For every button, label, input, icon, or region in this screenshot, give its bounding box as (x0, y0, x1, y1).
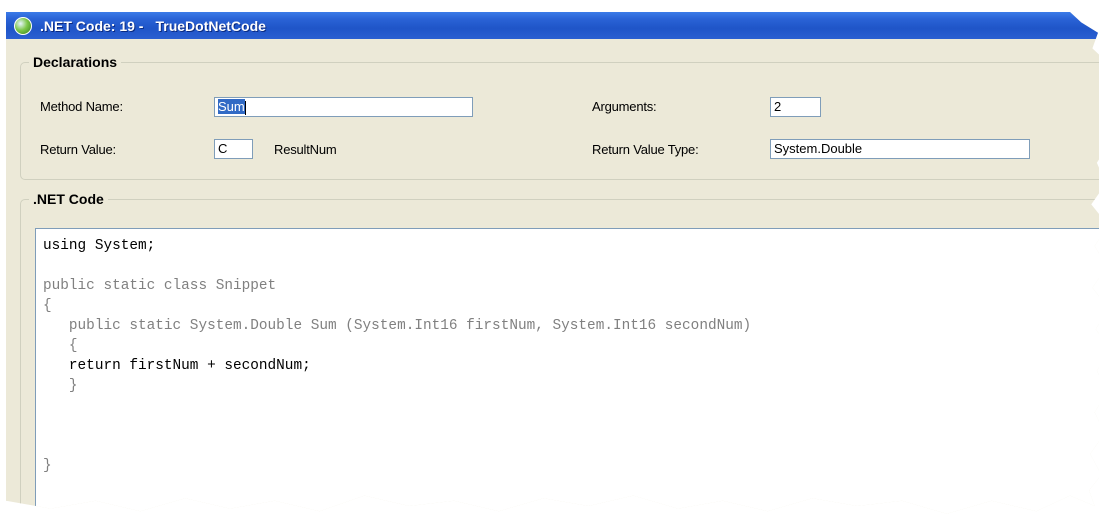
window-title-name: TrueDotNetCode (155, 17, 266, 34)
arguments-label: Arguments: (592, 99, 657, 114)
code-line: return firstNum + secondNum; (43, 358, 311, 374)
return-value-type-value: System.Double (774, 141, 863, 156)
declarations-legend: Declarations (29, 54, 122, 70)
app-icon (14, 16, 32, 35)
method-name-input[interactable]: Sum (214, 97, 473, 117)
code-line: } (43, 458, 52, 474)
method-name-value: Sum (218, 99, 245, 114)
code-line: public static class Snippet (43, 278, 277, 294)
method-name-label: Method Name: (40, 99, 123, 114)
code-line: using System; (43, 238, 156, 254)
code-line: { (43, 338, 78, 354)
code-editor[interactable]: using System; public static class Snippet… (35, 228, 1099, 514)
code-line: } (43, 378, 78, 394)
arguments-input[interactable]: 2 (770, 97, 821, 117)
window-title-prefix: .NET Code: 19 - (40, 17, 144, 34)
declarations-group: Declarations Method Name: Sum Arguments:… (20, 54, 1099, 180)
return-value-type-input[interactable]: System.Double (770, 139, 1030, 159)
return-value-value: C (218, 141, 228, 156)
code-line: { (43, 298, 52, 314)
return-value-input[interactable]: C (214, 139, 253, 159)
return-value-variable: ResultNum (274, 142, 337, 157)
code-line: public static System.Double Sum (System.… (43, 318, 752, 334)
return-value-type-label: Return Value Type: (592, 142, 699, 157)
arguments-value: 2 (774, 99, 782, 114)
return-value-label: Return Value: (40, 142, 116, 157)
net-code-window: .NET Code: 19 - TrueDotNetCode Declarati… (6, 12, 1099, 514)
title-bar[interactable]: .NET Code: 19 - TrueDotNetCode (6, 12, 1099, 39)
net-code-legend: .NET Code (29, 191, 108, 207)
